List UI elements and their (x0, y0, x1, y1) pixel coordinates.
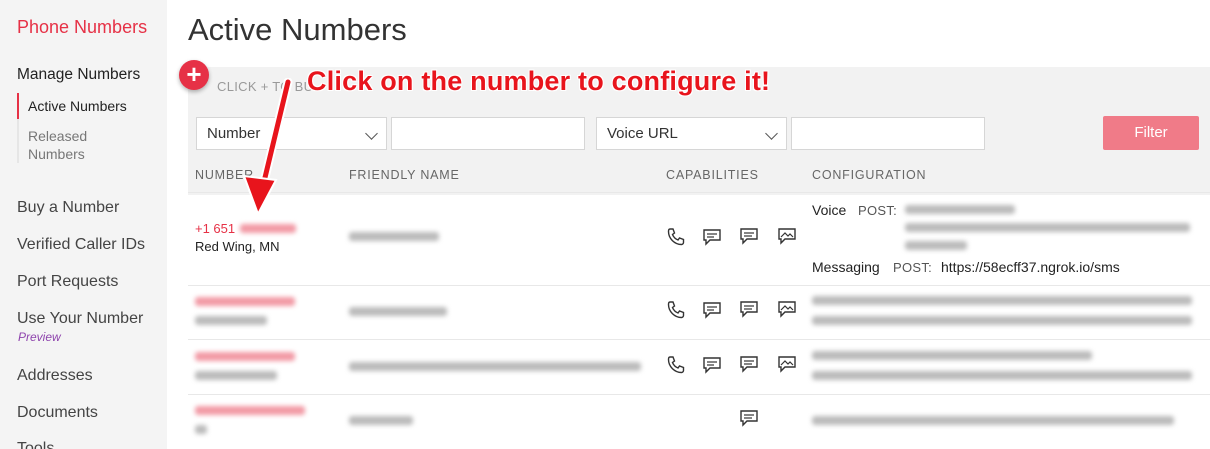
divider (188, 339, 1210, 340)
message-icon (739, 226, 759, 246)
message-icon (739, 408, 759, 428)
sidebar-item-released-numbers[interactable]: Released Numbers (19, 127, 157, 163)
sms-icon (702, 227, 722, 247)
config-voice-label: Voice (812, 202, 847, 218)
mms-icon (777, 226, 797, 246)
phone-icon (666, 227, 686, 247)
divider (188, 192, 1210, 193)
config-messaging-url: https://58ecff37.ngrok.io/sms (941, 259, 1120, 275)
filter-field-select-2[interactable]: Voice URL (596, 117, 787, 150)
sidebar-item-tools[interactable]: Tools (17, 440, 54, 449)
redacted-config (812, 416, 1174, 425)
redacted-config (812, 351, 1092, 360)
redacted-friendly-name (349, 307, 447, 316)
preview-badge: Preview (18, 330, 61, 344)
chevron-down-icon (365, 127, 378, 140)
column-header-configuration: CONFIGURATION (812, 168, 927, 182)
redacted-voice-url (905, 223, 1190, 232)
message-icon (739, 299, 759, 319)
annotation-arrow (242, 78, 293, 217)
divider (188, 285, 1210, 286)
sidebar-item-port-requests[interactable]: Port Requests (17, 273, 118, 291)
page-title: Active Numbers (188, 12, 407, 47)
phone-icon (666, 355, 686, 375)
redacted-location (195, 425, 207, 434)
column-header-capabilities: CAPABILITIES (666, 168, 759, 182)
chevron-down-icon (765, 127, 778, 140)
redacted-config (812, 371, 1192, 380)
redacted-friendly-name (349, 232, 439, 241)
redacted-location (195, 316, 267, 325)
redacted-number[interactable] (195, 406, 305, 415)
sidebar-item-buy-number[interactable]: Buy a Number (17, 199, 119, 217)
config-voice-method: POST: (858, 203, 898, 218)
config-messaging-method: POST: (893, 260, 933, 275)
sidebar: Phone Numbers Manage Numbers Active Numb… (0, 0, 167, 449)
sidebar-item-documents[interactable]: Documents (17, 404, 98, 422)
sidebar-subnav: Active Numbers Released Numbers (17, 93, 157, 163)
sidebar-item-manage-numbers[interactable]: Manage Numbers (17, 66, 140, 84)
redacted-friendly-name (349, 416, 413, 425)
redacted-location (195, 371, 277, 380)
redacted-voice-url (905, 205, 1015, 214)
redacted-config (812, 296, 1192, 305)
message-icon (739, 354, 759, 374)
number-location: Red Wing, MN (195, 239, 280, 254)
filter-button[interactable]: Filter (1103, 116, 1199, 150)
sidebar-item-active-numbers[interactable]: Active Numbers (17, 93, 157, 119)
mms-icon (777, 354, 797, 374)
mms-icon (777, 299, 797, 319)
filter-input-2[interactable] (791, 117, 985, 150)
redacted-config (812, 316, 1192, 325)
sidebar-item-verified-caller-ids[interactable]: Verified Caller IDs (17, 236, 145, 254)
redacted-number[interactable] (195, 352, 295, 361)
phone-icon (666, 300, 686, 320)
sms-icon (702, 355, 722, 375)
redacted-voice-url (905, 241, 967, 250)
filter-field-2-value: Voice URL (607, 125, 678, 142)
annotation-callout: Click on the number to configure it! (307, 66, 771, 96)
sidebar-title[interactable]: Phone Numbers (17, 17, 147, 38)
filter-input-1[interactable] (391, 117, 585, 150)
column-header-friendly-name[interactable]: FRIENDLY NAME (349, 168, 460, 182)
sidebar-item-use-your-number[interactable]: Use Your Number (17, 310, 143, 328)
redacted-friendly-name (349, 362, 641, 371)
redacted-number[interactable] (195, 297, 295, 306)
config-messaging-label: Messaging (812, 259, 880, 275)
sidebar-item-addresses[interactable]: Addresses (17, 367, 93, 385)
divider (188, 394, 1210, 395)
add-number-button[interactable]: + (179, 60, 209, 90)
sms-icon (702, 300, 722, 320)
